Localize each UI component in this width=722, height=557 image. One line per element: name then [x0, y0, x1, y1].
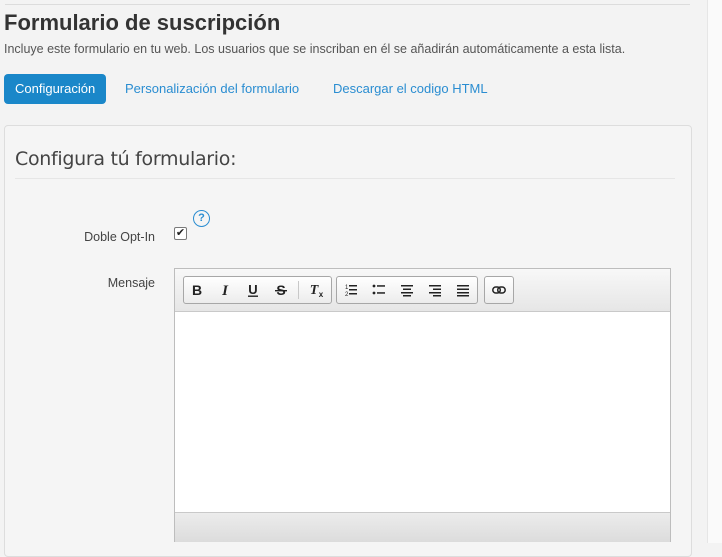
- message-text-area[interactable]: [175, 312, 670, 512]
- tab-personalizacion[interactable]: Personalización del formulario: [125, 74, 299, 104]
- svg-text:I: I: [221, 283, 229, 297]
- tab-descargar-html[interactable]: Descargar el codigo HTML: [333, 74, 488, 104]
- toolbar-group-links: [484, 276, 514, 304]
- double-opt-in-checkbox[interactable]: ✔: [174, 227, 187, 240]
- italic-icon[interactable]: I: [213, 277, 237, 303]
- svg-text:2: 2: [345, 292, 349, 297]
- tab-configuracion[interactable]: Configuración: [4, 74, 107, 104]
- svg-text:U: U: [248, 283, 257, 297]
- toolbar-separator: [298, 281, 299, 299]
- double-opt-in-label: Doble Opt-In: [84, 230, 155, 244]
- page-description: Incluye este formulario en tu web. Los u…: [4, 42, 626, 56]
- remove-format-icon[interactable]: Tx: [304, 277, 328, 303]
- svg-text:1: 1: [345, 285, 349, 291]
- align-right-icon[interactable]: [423, 277, 447, 303]
- align-center-icon[interactable]: [395, 277, 419, 303]
- page-scroll-gutter[interactable]: [707, 0, 722, 543]
- align-justify-icon[interactable]: [451, 277, 475, 303]
- underline-icon[interactable]: U: [241, 277, 265, 303]
- link-icon[interactable]: [487, 277, 511, 303]
- message-editor: B I U S Tx 12: [174, 268, 671, 542]
- editor-toolbar: B I U S Tx 12: [175, 269, 670, 312]
- panel-title: Configura tú formulario:: [15, 148, 237, 170]
- svg-text:x: x: [319, 290, 324, 298]
- config-panel: Configura tú formulario: Doble Opt-In ✔ …: [4, 125, 692, 557]
- panel-divider: [15, 178, 675, 179]
- editor-statusbar: [175, 512, 670, 542]
- help-icon[interactable]: ?: [193, 210, 210, 227]
- top-divider: [5, 4, 690, 5]
- svg-text:B: B: [192, 283, 202, 297]
- message-label: Mensaje: [107, 276, 155, 290]
- numbered-list-icon[interactable]: 12: [339, 277, 363, 303]
- bulleted-list-icon[interactable]: [367, 277, 391, 303]
- toolbar-group-format: B I U S Tx: [183, 276, 332, 304]
- page-title: Formulario de suscripción: [4, 10, 281, 35]
- strikethrough-icon[interactable]: S: [269, 277, 293, 303]
- bold-icon[interactable]: B: [185, 277, 209, 303]
- toolbar-group-paragraph: 12: [336, 276, 478, 304]
